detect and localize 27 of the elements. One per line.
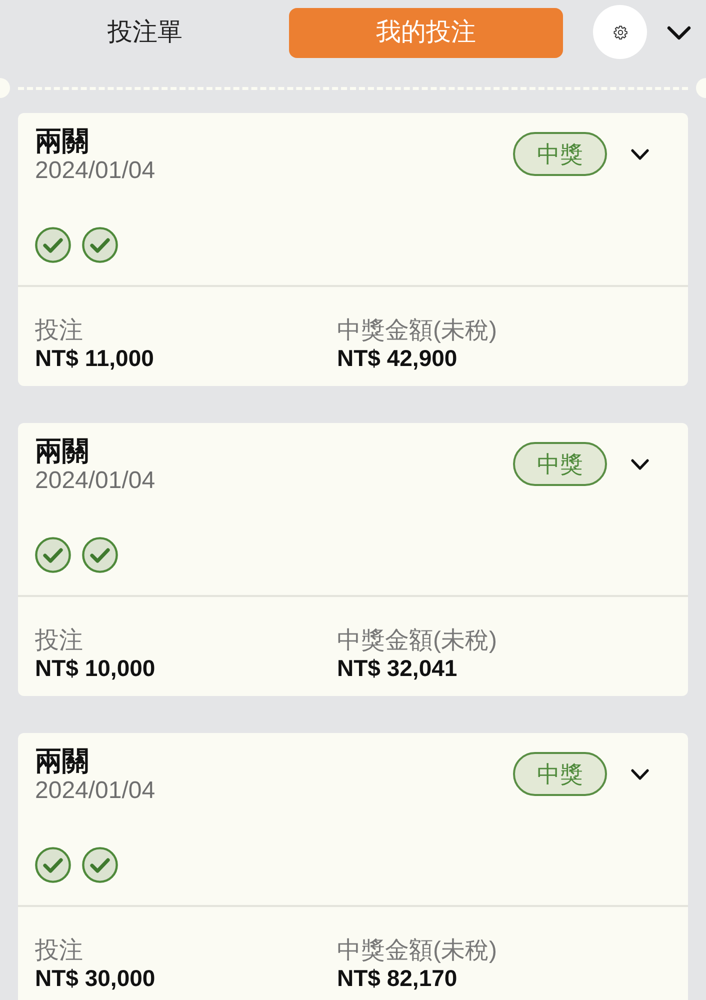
chevron-down-icon[interactable] [631, 769, 649, 780]
payout-amount: NT$ 82,170 [337, 964, 458, 992]
bet-type: 兩關 [35, 126, 90, 157]
stake-amount: NT$ 30,000 [35, 964, 156, 992]
bet-type: 兩關 [35, 436, 90, 467]
settings-icon [612, 24, 628, 40]
stake-amount: NT$ 10,000 [35, 654, 156, 682]
chevron-down-icon[interactable] [631, 149, 649, 160]
tab[interactable]: 投注單 [8, 8, 282, 58]
payout-amount: NT$ 42,900 [337, 344, 458, 372]
payout-label: 中獎金額(未稅) [337, 627, 497, 654]
stake-amount: NT$ 11,000 [35, 344, 155, 372]
payout-amount: NT$ 32,041 [337, 654, 458, 682]
status-badge: 中獎 [513, 752, 607, 796]
bet-type: 兩關 [35, 746, 90, 777]
stake-label: 投注 [35, 937, 84, 964]
bet-date: 2024/01/04 [35, 777, 156, 805]
chevron-down-icon[interactable] [667, 26, 691, 40]
payout-label: 中獎金額(未稅) [337, 937, 497, 964]
status-badge: 中獎 [513, 442, 607, 486]
stake-label: 投注 [35, 317, 84, 344]
chevron-down-icon[interactable] [631, 459, 649, 470]
bet-date: 2024/01/04 [35, 157, 156, 185]
status-badge: 中獎 [513, 132, 607, 176]
stake-label: 投注 [35, 627, 84, 654]
bet-date: 2024/01/04 [35, 467, 156, 495]
payout-label: 中獎金額(未稅) [337, 317, 497, 344]
